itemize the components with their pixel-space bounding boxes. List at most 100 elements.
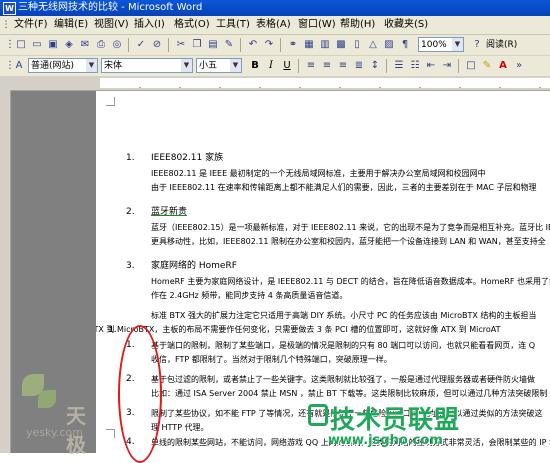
outside-border-icon[interactable]: □ xyxy=(464,59,478,73)
save-icon[interactable]: ▣ xyxy=(46,38,60,52)
italic-icon[interactable]: I xyxy=(264,59,278,73)
chevron-down-icon[interactable]: ▼ xyxy=(181,59,192,72)
list-number: 3. xyxy=(126,261,135,271)
bold-icon[interactable]: B xyxy=(248,59,262,73)
insert-excel-icon[interactable]: ▩ xyxy=(334,38,348,52)
toolbar-separator xyxy=(128,38,129,52)
list-number: 2. xyxy=(126,207,135,217)
section-heading: IEEE802.11 家族 xyxy=(151,153,224,163)
print-icon[interactable]: ⎙ xyxy=(94,38,108,52)
chevron-down-icon[interactable]: ▼ xyxy=(452,38,463,51)
permission-icon[interactable]: ◈ xyxy=(62,38,76,52)
menu-help[interactable]: 帮助(H) xyxy=(340,16,375,34)
help-icon[interactable]: ? xyxy=(470,38,484,52)
decrease-indent-icon[interactable]: ⇤ xyxy=(424,59,438,73)
toolbar-separator xyxy=(298,59,299,73)
toolbar-separator xyxy=(168,38,169,52)
insert-table-icon[interactable]: ▥ xyxy=(318,38,332,52)
increase-indent-icon[interactable]: ⇥ xyxy=(440,59,454,73)
show-hide-icon[interactable]: ¶ xyxy=(398,38,412,52)
cut-icon[interactable]: ✂ xyxy=(174,38,188,52)
font-color-icon[interactable]: A xyxy=(496,59,510,73)
body-line: 更具移动性，比如，IEEE802.11 限制在办公室和校园内，蓝牙能把一个设备连… xyxy=(151,237,546,246)
menu-bar: ⋮ 文件(F) 编辑(E) 视图(V) 插入(I) 格式(O) 工具(T) 表格… xyxy=(0,16,550,35)
new-document-icon[interactable]: □ xyxy=(14,38,28,52)
tianji-watermark: 天极 yesky.com xyxy=(8,360,98,457)
bullets-icon[interactable]: ☷ xyxy=(408,59,422,73)
menu-window[interactable]: 窗口(W) xyxy=(298,16,336,34)
highlight-icon[interactable]: ✎ xyxy=(480,59,494,73)
window-title: 三种无线网技术的比较 - Microsoft Word xyxy=(18,2,203,13)
tables-borders-icon[interactable]: ▦ xyxy=(302,38,316,52)
document-page[interactable]: 1. IEEE802.11 家族 IEEE802.11 是 IEEE 最初制定的… xyxy=(96,91,550,453)
align-left-icon[interactable]: ≡ xyxy=(304,59,318,73)
columns-icon[interactable]: ▯ xyxy=(350,38,364,52)
section-heading: 家庭网络的 HomeRF xyxy=(151,261,237,271)
toolbar-options-icon[interactable]: » xyxy=(512,59,526,73)
yesky-text: yesky.com xyxy=(26,426,83,439)
margin-corner-mark xyxy=(106,97,115,106)
align-center-icon[interactable]: ≡ xyxy=(320,59,334,73)
menu-grip-icon: ⋮ xyxy=(1,20,11,30)
body-line: BTX 到 MicroBTX，主板的布局不需要作任何变化，只需要做去 3 条 P… xyxy=(96,325,501,334)
body-line: IEEE802.11 是 IEEE 最初制定的一个无线局域网标准，主要用于解决办… xyxy=(151,169,486,178)
section-heading: 蓝牙新贵 xyxy=(151,207,188,217)
align-right-icon[interactable]: ≡ xyxy=(336,59,350,73)
word-icon: W xyxy=(3,2,16,15)
chevron-down-icon[interactable]: ▼ xyxy=(230,59,241,72)
body-line: 基于端口的限制，限制了某些端口，是极端的情况是限制的只有 80 端口可以访问，也… xyxy=(151,341,536,350)
body-line: 由于 IEEE802.11 在速率和传输距离上都不能满足人们的需要，因此，三者的… xyxy=(151,183,537,192)
toolbar-separator xyxy=(240,38,241,52)
line-spacing-icon[interactable]: ↕ xyxy=(368,59,382,73)
menu-format[interactable]: 格式(O) xyxy=(174,16,210,34)
menu-tools[interactable]: 工具(T) xyxy=(216,16,250,34)
list-number: 1. xyxy=(108,325,117,335)
annotation-ellipse xyxy=(118,325,162,463)
menu-table[interactable]: 表格(A) xyxy=(256,16,291,34)
format-painter-icon[interactable]: ✎ xyxy=(222,38,236,52)
style-select[interactable]: 普通(网站) ▼ xyxy=(28,58,98,73)
body-line: 标准 BTX 强大的扩展力注定它只适用于高端 DIY 系统。小尺寸 PC 的任务… xyxy=(151,311,537,320)
font-size-select[interactable]: 小五 ▼ xyxy=(196,58,242,73)
redo-icon[interactable]: ↷ xyxy=(262,38,276,52)
horizontal-ruler[interactable] xyxy=(0,76,550,91)
read-button[interactable]: 阅读(R) xyxy=(486,38,517,52)
jsgho-logo-icon xyxy=(308,404,328,426)
copy-icon[interactable]: ❐ xyxy=(190,38,204,52)
jsgho-watermark: 技术员联盟 xyxy=(330,405,461,434)
research-icon[interactable]: ⊘ xyxy=(150,38,164,52)
zoom-select[interactable]: 100% ▼ xyxy=(418,37,464,52)
document-map-icon[interactable]: ▨ xyxy=(382,38,396,52)
paste-icon[interactable]: ▤ xyxy=(206,38,220,52)
ruler-page-area xyxy=(100,78,550,88)
menu-file[interactable]: 文件(F) xyxy=(14,16,48,34)
hyperlink-icon[interactable]: ⚭ xyxy=(286,38,300,52)
justify-icon[interactable]: ≣ xyxy=(352,59,366,73)
menu-view[interactable]: 视图(V) xyxy=(94,16,129,34)
underline-icon[interactable]: U xyxy=(280,59,294,73)
drawing-icon[interactable]: △ xyxy=(366,38,380,52)
print-preview-icon[interactable]: ◎ xyxy=(110,38,124,52)
body-line: 基于包过滤的限制，或者禁止了一些关键字。这类限制就比较强了，一般是通过代理服务器… xyxy=(151,375,535,384)
spelling-icon[interactable]: ✓ xyxy=(134,38,148,52)
standard-toolbar: ⋮ □ ▭ ▣ ◈ ✉ ⎙ ◎ ✓ ⊘ ✂ ❐ ▤ ✎ ↶ ↷ ⚭ ▦ ▥ ▩ … xyxy=(0,35,550,56)
undo-icon[interactable]: ↶ xyxy=(246,38,260,52)
menu-favorites[interactable]: 收藏夹(S) xyxy=(384,16,428,34)
font-select[interactable]: 宋体 ▼ xyxy=(101,58,193,73)
open-folder-icon[interactable]: ▭ xyxy=(30,38,44,52)
margin-corner-mark xyxy=(106,429,115,438)
menu-insert[interactable]: 插入(I) xyxy=(134,16,165,34)
leaf-icon xyxy=(38,390,56,408)
email-icon[interactable]: ✉ xyxy=(78,38,92,52)
formatting-toolbar: ⋮ A 普通(网站) ▼ 宋体 ▼ 小五 ▼ B I U ≡ ≡ ≡ ≣ ↕ ☰… xyxy=(0,56,550,77)
style-value: 普通(网站) xyxy=(31,61,75,71)
body-line: 比如：通过 ISA Server 2004 禁止 MSN ，禁止 BT 下载等。… xyxy=(151,389,548,398)
menu-edit[interactable]: 编辑(E) xyxy=(54,16,88,34)
numbering-icon[interactable]: ☰ xyxy=(392,59,406,73)
styles-formatting-icon[interactable]: A xyxy=(12,59,26,73)
chevron-down-icon[interactable]: ▼ xyxy=(86,59,97,72)
title-bar: W 三种无线网技术的比较 - Microsoft Word xyxy=(0,0,550,16)
toolbar-separator xyxy=(280,38,281,52)
body-line: 收信，FTP 都限制了。当然对于限制几个特殊端口，突破原理一样。 xyxy=(151,355,392,364)
zoom-value: 100% xyxy=(421,40,447,50)
